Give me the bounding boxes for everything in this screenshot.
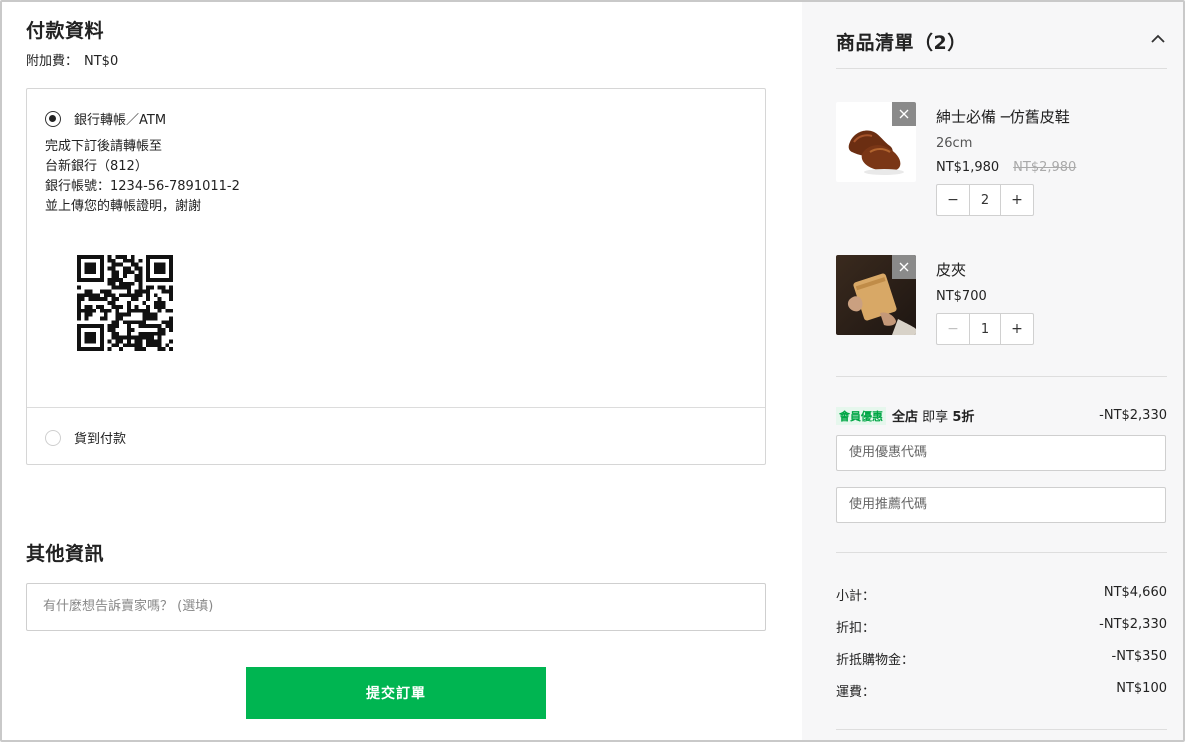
bank-line: 並上傳您的轉帳證明，謝謝	[45, 199, 202, 214]
summary-credit: 折抵購物金： -NT$350	[836, 649, 1167, 668]
divider	[836, 729, 1167, 730]
checkout-page: 付款資料 附加費： NT$0 銀行轉帳／ATM 完成下訂後請轉帳至 台新銀行（81…	[0, 0, 1185, 742]
promo-badge: 會員優惠	[836, 406, 886, 425]
remove-item-button[interactable]	[892, 102, 916, 126]
increase-qty-button[interactable]: +	[1001, 185, 1033, 215]
promo-discount: 5折	[952, 410, 975, 425]
summary-value: NT$4,660	[1103, 585, 1167, 600]
cart-panel: 商品清單（2） 紳士必備 ─仿舊皮鞋 26cm NT$1,980 NT$2,98…	[802, 2, 1183, 740]
bank-line: 台新銀行（812）	[45, 159, 148, 174]
item-name: 紳士必備 ─仿舊皮鞋	[936, 108, 1070, 126]
other-info-title: 其他資訊	[26, 543, 105, 565]
coupon-code-input[interactable]: 使用優惠代碼	[836, 435, 1166, 471]
decrease-qty-button[interactable]: −	[937, 185, 969, 215]
decrease-qty-button[interactable]: −	[937, 314, 969, 344]
quantity-value[interactable]: 1	[969, 314, 1001, 344]
product-image-wallet	[836, 255, 916, 335]
summary-label: 運費：	[836, 685, 876, 700]
surcharge-value: NT$0	[84, 54, 119, 69]
bank-line: 完成下訂後請轉帳至	[45, 139, 163, 154]
item-name: 皮夾	[936, 261, 967, 279]
promo-amount: -NT$2,330	[1099, 408, 1167, 423]
qr-code-image	[77, 255, 173, 351]
summary-shipping: 運費： NT$100	[836, 681, 1167, 700]
remove-item-button[interactable]	[892, 255, 916, 279]
item-price-row: NT$1,980 NT$2,980	[936, 160, 1076, 175]
quantity-stepper: − 2 +	[936, 184, 1034, 216]
summary-value: NT$100	[1116, 681, 1167, 696]
promo-desc: 即享	[922, 410, 949, 425]
divider	[836, 68, 1167, 69]
divider	[836, 376, 1167, 377]
item-price-row: NT$700	[936, 289, 987, 304]
payment-option-label: 貨到付款	[74, 432, 127, 447]
chevron-up-icon[interactable]	[1149, 30, 1167, 48]
payment-option-cod[interactable]: 貨到付款	[45, 428, 126, 447]
summary-label: 折扣：	[836, 621, 876, 636]
cart-title: 商品清單（2）	[836, 32, 967, 54]
summary-label: 小計：	[836, 589, 876, 604]
promo-text: 全店 即享 5折	[892, 406, 974, 425]
promo-scope: 全店	[892, 410, 919, 425]
bank-transfer-instructions: 完成下訂後請轉帳至 台新銀行（812） 銀行帳號：1234-56-7891011…	[45, 137, 240, 217]
summary-value: -NT$350	[1111, 649, 1167, 664]
item-original-price: NT$2,980	[1013, 160, 1077, 175]
item-variant: 26cm	[936, 136, 973, 151]
option-divider	[27, 407, 765, 408]
close-icon	[899, 109, 909, 119]
referral-code-input[interactable]: 使用推薦代碼	[836, 487, 1166, 523]
summary-label: 折抵購物金：	[836, 653, 915, 668]
summary-discount: 折扣： -NT$2,330	[836, 617, 1167, 636]
close-icon	[899, 262, 909, 272]
increase-qty-button[interactable]: +	[1001, 314, 1033, 344]
summary-value: -NT$2,330	[1099, 617, 1167, 632]
divider	[836, 552, 1167, 553]
submit-order-button[interactable]: 提交訂單	[246, 667, 546, 719]
surcharge-label: 附加費：	[26, 54, 79, 69]
quantity-stepper: − 1 +	[936, 313, 1034, 345]
member-promo: 會員優惠 全店 即享 5折 -NT$2,330	[836, 406, 1167, 425]
bank-line: 銀行帳號：1234-56-7891011-2	[45, 179, 240, 194]
item-price: NT$1,980	[936, 160, 1000, 175]
payment-option-bank-transfer[interactable]: 銀行轉帳／ATM	[45, 109, 166, 128]
summary-subtotal: 小計： NT$4,660	[836, 585, 1167, 604]
seller-note-input[interactable]: 有什麼想告訴賣家嗎？ (選填)	[26, 583, 766, 631]
radio-selected[interactable]	[45, 110, 61, 127]
payment-methods-box: 銀行轉帳／ATM 完成下訂後請轉帳至 台新銀行（812） 銀行帳號：1234-5…	[26, 88, 766, 465]
payment-option-label: 銀行轉帳／ATM	[74, 113, 167, 128]
payment-column: 付款資料 附加費： NT$0 銀行轉帳／ATM 完成下訂後請轉帳至 台新銀行（81…	[26, 2, 768, 740]
surcharge: 附加費： NT$0	[26, 50, 124, 69]
item-price: NT$700	[936, 289, 987, 304]
product-image-shoes	[836, 102, 916, 182]
radio-unselected[interactable]	[45, 429, 61, 446]
quantity-value[interactable]: 2	[969, 185, 1001, 215]
payment-title: 付款資料	[26, 20, 105, 42]
